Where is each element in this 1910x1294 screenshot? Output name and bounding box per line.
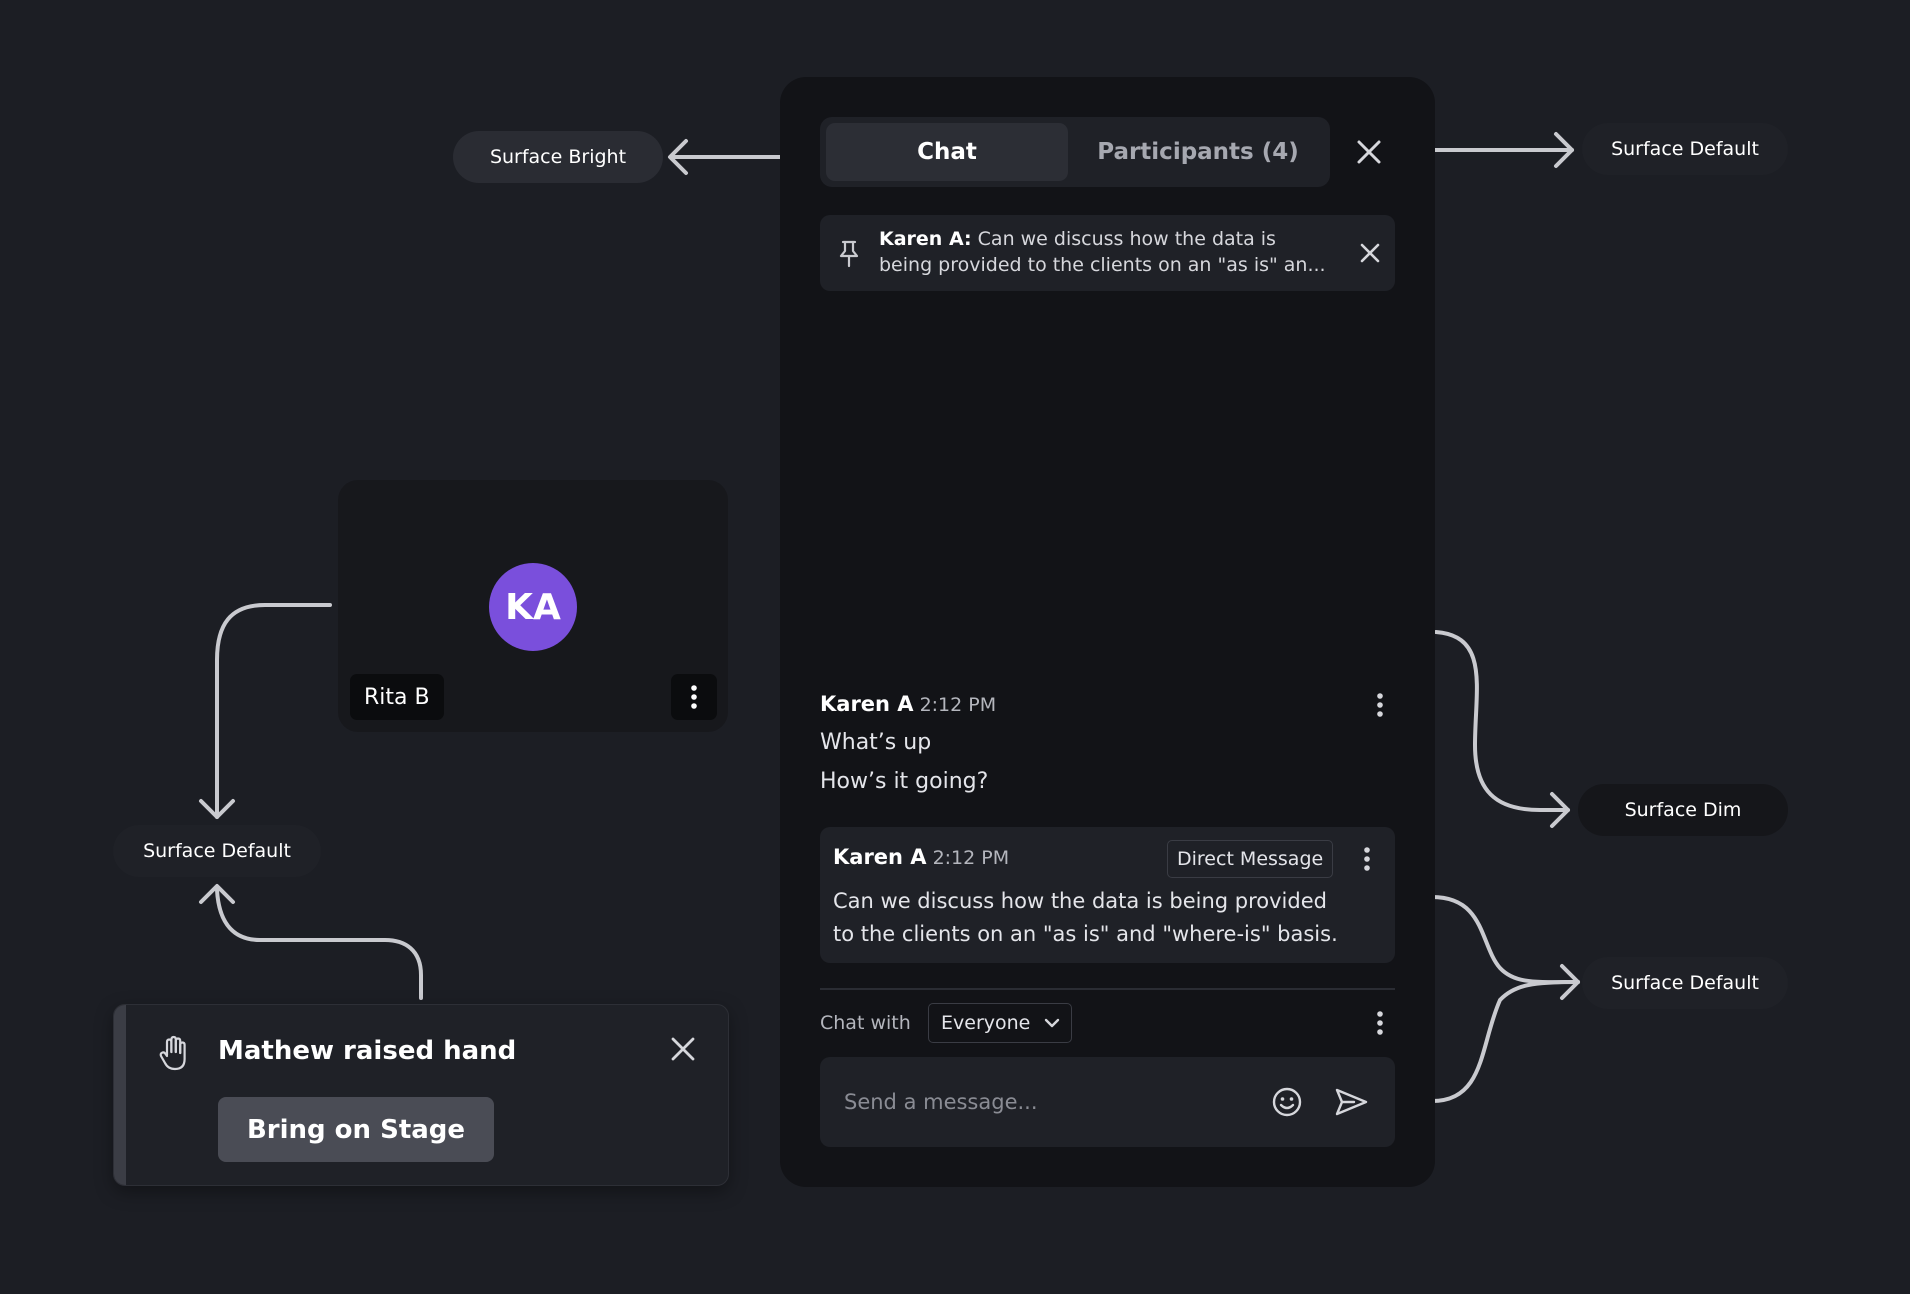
toast-title: Mathew raised hand bbox=[218, 1036, 517, 1066]
message-2-line-2: to the clients on an "as is" and "where-… bbox=[833, 922, 1338, 946]
kebab-menu-icon bbox=[1364, 847, 1370, 871]
emoji-button[interactable] bbox=[1268, 1083, 1306, 1121]
message-composer bbox=[820, 1057, 1395, 1147]
raised-hand-icon bbox=[159, 1035, 186, 1071]
chat-tabs: Chat Participants (4) bbox=[820, 117, 1330, 187]
pinned-message[interactable]: Karen A: Can we discuss how the data is … bbox=[820, 215, 1395, 291]
message-2-line-1: Can we discuss how the data is being pro… bbox=[833, 889, 1327, 913]
pin-icon bbox=[839, 240, 859, 268]
message-time: 2:12 PM bbox=[919, 694, 997, 716]
annotation-surface-default-left: Surface Default bbox=[113, 825, 321, 877]
kebab-menu-icon bbox=[1377, 693, 1383, 717]
composer-divider bbox=[820, 988, 1395, 990]
chat-options-menu-button[interactable] bbox=[1370, 1007, 1390, 1039]
bring-on-stage-button[interactable]: Bring on Stage bbox=[218, 1097, 494, 1162]
send-icon bbox=[1335, 1088, 1368, 1116]
kebab-menu-icon bbox=[691, 685, 697, 709]
close-icon bbox=[1357, 140, 1381, 164]
chat-with-selected-value: Everyone bbox=[941, 1012, 1031, 1034]
chevron-down-icon bbox=[1044, 1018, 1060, 1028]
annotation-surface-default-top: Surface Default bbox=[1582, 123, 1788, 175]
close-icon bbox=[1360, 243, 1380, 263]
direct-message-card: Karen A 2:12 PM Direct Message Can we dis… bbox=[820, 827, 1395, 963]
chat-with-select[interactable]: Everyone bbox=[928, 1003, 1072, 1043]
message-time: 2:12 PM bbox=[932, 847, 1010, 869]
unpin-button[interactable] bbox=[1358, 241, 1382, 265]
pinned-author: Karen A: bbox=[879, 228, 972, 250]
dismiss-toast-button[interactable] bbox=[669, 1035, 697, 1063]
message-2-menu-button[interactable] bbox=[1357, 843, 1377, 875]
send-button[interactable] bbox=[1330, 1081, 1372, 1123]
kebab-menu-icon bbox=[1377, 1011, 1383, 1035]
close-chat-button[interactable] bbox=[1355, 138, 1383, 166]
chat-with-label: Chat with bbox=[820, 1012, 911, 1034]
message-1-menu-button[interactable] bbox=[1370, 689, 1390, 721]
participant-name-tag: Rita B bbox=[350, 674, 444, 720]
raised-hand-toast: Mathew raised hand Bring on Stage bbox=[113, 1004, 729, 1186]
participant-tile[interactable]: KA Rita B bbox=[338, 480, 728, 732]
emoji-icon bbox=[1272, 1087, 1302, 1117]
message-2-header: Karen A 2:12 PM bbox=[833, 845, 1009, 869]
message-input[interactable] bbox=[844, 1079, 1244, 1125]
annotation-surface-dim: Surface Dim bbox=[1578, 784, 1788, 836]
message-1-line-2: How’s it going? bbox=[820, 769, 989, 794]
tab-chat[interactable]: Chat bbox=[826, 123, 1068, 181]
message-1-header: Karen A 2:12 PM bbox=[820, 692, 996, 716]
tab-participants[interactable]: Participants (4) bbox=[1070, 123, 1326, 181]
pinned-line-2: being provided to the clients on an "as … bbox=[879, 254, 1326, 276]
message-1-line-1: What’s up bbox=[820, 730, 932, 755]
toast-accent-bar bbox=[114, 1005, 126, 1185]
chat-panel: Chat Participants (4) Karen A: Can we di… bbox=[780, 77, 1435, 1187]
direct-message-badge: Direct Message bbox=[1167, 840, 1334, 878]
close-icon bbox=[671, 1037, 695, 1061]
participant-menu-button[interactable] bbox=[671, 674, 717, 720]
pinned-message-text: Karen A: Can we discuss how the data is … bbox=[879, 226, 1349, 278]
avatar: KA bbox=[489, 563, 577, 651]
message-author: Karen A bbox=[820, 692, 914, 716]
pinned-line-1: Can we discuss how the data is bbox=[977, 228, 1276, 250]
annotation-surface-default-right: Surface Default bbox=[1582, 957, 1788, 1009]
annotation-surface-bright: Surface Bright bbox=[453, 131, 663, 183]
message-author: Karen A bbox=[833, 845, 927, 869]
